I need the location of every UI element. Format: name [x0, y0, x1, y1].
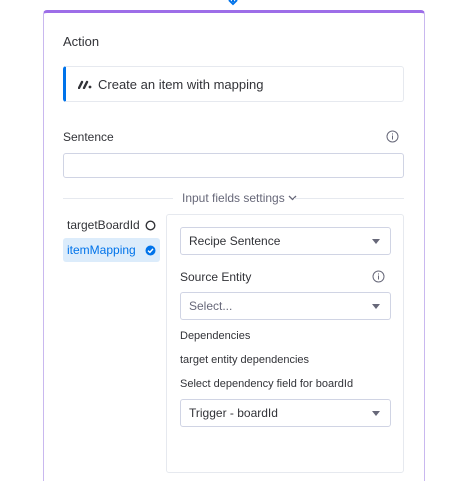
- panel-title: Action: [63, 34, 100, 49]
- source-entity-select[interactable]: Select...: [180, 292, 391, 320]
- input-fields-settings-toggle[interactable]: Input fields settings: [182, 191, 297, 205]
- divider: [63, 198, 173, 199]
- type-select[interactable]: Recipe Sentence: [180, 227, 391, 255]
- dependency-field-select[interactable]: Trigger - boardId: [180, 399, 391, 427]
- check-circle-icon: [145, 245, 156, 255]
- caret-down-icon: [372, 410, 380, 416]
- sentence-label: Sentence: [63, 130, 114, 144]
- target-entity-dependencies-label: target entity dependencies: [180, 354, 310, 366]
- connector-handle-icon[interactable]: [227, 0, 239, 6]
- info-icon[interactable]: [386, 130, 399, 143]
- source-entity-placeholder: Select...: [189, 299, 233, 313]
- caret-down-icon: [372, 303, 380, 309]
- action-panel: Action Create an item with mapping Sente…: [43, 10, 425, 481]
- caret-down-icon: [372, 238, 380, 244]
- monday-logo-icon: [78, 80, 92, 89]
- field-item-itemmapping[interactable]: itemMapping: [63, 238, 160, 262]
- divider: [294, 198, 404, 199]
- dependencies-label: Dependencies: [180, 330, 251, 342]
- source-entity-label: Source Entity: [180, 270, 252, 284]
- dependency-field-value: Trigger - boardId: [189, 406, 278, 420]
- sentence-input[interactable]: [63, 153, 404, 178]
- select-dependency-label: Select dependency field for boardId: [180, 378, 354, 390]
- action-summary-text: Create an item with mapping: [98, 76, 264, 92]
- field-item-targetboardid[interactable]: targetBoardId: [63, 213, 160, 237]
- field-item-label: targetBoardId: [67, 218, 140, 232]
- type-select-value: Recipe Sentence: [189, 234, 281, 248]
- empty-circle-icon: [145, 219, 156, 231]
- action-summary[interactable]: Create an item with mapping: [63, 66, 404, 102]
- input-fields-settings-label: Input fields settings: [182, 191, 285, 205]
- field-config-panel: Recipe Sentence Source Entity Select... …: [166, 214, 404, 473]
- field-item-label: itemMapping: [67, 243, 136, 257]
- info-icon[interactable]: [372, 270, 385, 283]
